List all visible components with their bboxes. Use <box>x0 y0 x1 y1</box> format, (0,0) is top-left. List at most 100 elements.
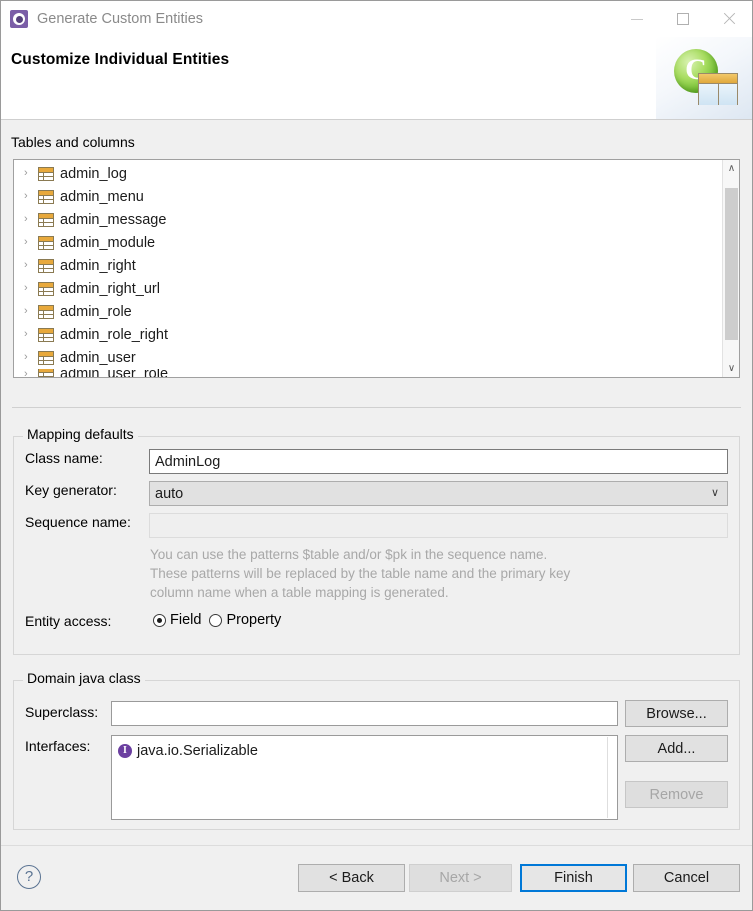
window-controls <box>614 1 752 37</box>
table-icon <box>38 351 54 365</box>
radio-field-label: Field <box>170 612 201 628</box>
entity-access-label: Entity access: <box>25 613 111 629</box>
tables-tree[interactable]: › admin_log › admin_menu › admin_message… <box>13 159 740 378</box>
tree-item-row[interactable]: › admin_right_url <box>14 277 722 300</box>
tree-item-label: admin_message <box>60 212 166 228</box>
tree-item-label: admin_right_url <box>60 281 160 297</box>
help-icon[interactable]: ? <box>17 865 41 889</box>
gear-icon <box>10 10 28 28</box>
interface-icon: I <box>118 744 132 758</box>
back-button[interactable]: < Back <box>298 864 405 892</box>
minimize-button[interactable] <box>614 1 660 37</box>
finish-button[interactable]: Finish <box>520 864 627 892</box>
maximize-icon <box>677 13 689 25</box>
tree-item-label: admin_log <box>60 166 127 182</box>
radio-property[interactable]: Property <box>209 612 281 628</box>
close-button[interactable] <box>706 1 752 37</box>
class-name-input[interactable]: AdminLog <box>149 449 728 474</box>
window-title: Generate Custom Entities <box>37 11 203 27</box>
list-item[interactable]: I java.io.Serializable <box>112 740 617 762</box>
table-icon <box>38 236 54 250</box>
table-icon <box>38 328 54 342</box>
maximize-button[interactable] <box>660 1 706 37</box>
expand-arrow-icon[interactable]: › <box>24 369 38 378</box>
browse-button[interactable]: Browse... <box>625 700 728 727</box>
expand-arrow-icon[interactable]: › <box>24 323 38 346</box>
wizard-header: Customize Individual Entities C <box>1 37 752 120</box>
tables-and-columns-label: Tables and columns <box>11 134 139 150</box>
interfaces-list-scrollbar[interactable] <box>607 737 608 818</box>
tree-item-label: admin_module <box>60 235 155 251</box>
tables-tree-scrollbar[interactable]: ∧ ∨ <box>722 160 739 377</box>
chevron-down-icon[interactable]: ∨ <box>711 486 719 499</box>
expand-arrow-icon[interactable]: › <box>24 231 38 254</box>
banner-graphic: C <box>656 37 752 119</box>
expand-arrow-icon[interactable]: › <box>24 254 38 277</box>
expand-arrow-icon[interactable]: › <box>24 208 38 231</box>
key-generator-dropdown[interactable]: auto ∨ <box>149 481 728 506</box>
banner-table-icon <box>698 73 738 105</box>
tree-item-row[interactable]: › admin_log <box>14 162 722 185</box>
expand-arrow-icon[interactable]: › <box>24 185 38 208</box>
page-title: Customize Individual Entities <box>11 51 229 69</box>
radio-property-indicator <box>209 614 222 627</box>
table-icon <box>38 259 54 273</box>
tree-item-row[interactable]: › admin_role <box>14 300 722 323</box>
tree-item-label: admin_right <box>60 258 136 274</box>
scroll-up-icon[interactable]: ∧ <box>723 160 740 177</box>
generate-custom-entities-dialog: Generate Custom Entities Customize Indiv… <box>0 0 753 911</box>
expand-arrow-icon[interactable]: › <box>24 346 38 369</box>
sequence-hint-line-3: column name when a table mapping is gene… <box>150 583 449 603</box>
tree-item-label: admin_menu <box>60 189 144 205</box>
tree-item-row[interactable]: › admin_right <box>14 254 722 277</box>
class-name-label: Class name: <box>25 450 103 466</box>
table-icon <box>38 305 54 319</box>
interface-name: java.io.Serializable <box>137 743 258 759</box>
tables-tree-items: › admin_log › admin_menu › admin_message… <box>14 162 722 378</box>
domain-java-class-label: Domain java class <box>23 670 145 686</box>
scrollbar-thumb[interactable] <box>725 188 738 340</box>
tree-item-row[interactable]: › admin_message <box>14 208 722 231</box>
table-icon <box>38 190 54 204</box>
cancel-button[interactable]: Cancel <box>633 864 740 892</box>
tree-item-label: admin_role_right <box>60 327 168 343</box>
tree-item-row[interactable]: › admin_module <box>14 231 722 254</box>
mapping-defaults-label: Mapping defaults <box>23 426 138 442</box>
key-generator-value: auto <box>155 486 183 502</box>
superclass-label: Superclass: <box>25 704 98 720</box>
interfaces-label: Interfaces: <box>25 738 90 754</box>
radio-property-label: Property <box>226 612 281 628</box>
key-generator-label: Key generator: <box>25 482 117 498</box>
dialog-body: Tables and columns › admin_log › admin_m… <box>1 120 752 845</box>
interfaces-list[interactable]: I java.io.Serializable <box>111 735 618 820</box>
radio-field-indicator <box>153 614 166 627</box>
sequence-hint-line-2: These patterns will be replaced by the t… <box>150 564 570 584</box>
expand-arrow-icon[interactable]: › <box>24 277 38 300</box>
tree-item-label: admin_user_role <box>60 369 168 378</box>
superclass-input[interactable] <box>111 701 618 726</box>
tree-item-row[interactable]: › admin_role_right <box>14 323 722 346</box>
tree-item-label: admin_user <box>60 350 136 366</box>
expand-arrow-icon[interactable]: › <box>24 162 38 185</box>
table-icon <box>38 213 54 227</box>
radio-field[interactable]: Field <box>153 612 201 628</box>
section-separator <box>12 407 741 408</box>
remove-button: Remove <box>625 781 728 808</box>
tree-item-row[interactable]: › admin_user_role <box>14 369 722 378</box>
tree-item-row[interactable]: › admin_menu <box>14 185 722 208</box>
next-button: Next > <box>409 864 512 892</box>
table-icon <box>38 167 54 181</box>
minimize-icon <box>631 19 643 20</box>
expand-arrow-icon[interactable]: › <box>24 300 38 323</box>
scroll-down-icon[interactable]: ∨ <box>723 360 740 377</box>
table-icon <box>38 369 54 378</box>
tree-item-label: admin_role <box>60 304 132 320</box>
sequence-name-input[interactable] <box>149 513 728 538</box>
table-icon <box>38 282 54 296</box>
tree-item-row[interactable]: › admin_user <box>14 346 722 369</box>
add-button[interactable]: Add... <box>625 735 728 762</box>
close-icon <box>722 12 736 26</box>
sequence-hint-line-1: You can use the patterns $table and/or $… <box>150 545 547 565</box>
sequence-name-label: Sequence name: <box>25 514 131 530</box>
title-bar: Generate Custom Entities <box>1 1 752 37</box>
